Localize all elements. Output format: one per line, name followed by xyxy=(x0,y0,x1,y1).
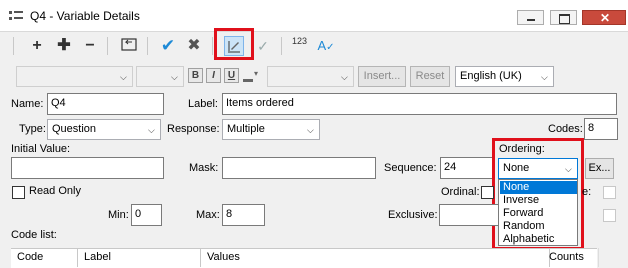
ordering-option[interactable]: None xyxy=(500,181,577,194)
codes-label: Codes: xyxy=(548,123,583,135)
toolbar-separator xyxy=(281,37,282,55)
name-label: Name: xyxy=(11,98,44,110)
chevron-down-icon: ⌵ xyxy=(307,125,314,135)
secondary-checkbox[interactable] xyxy=(603,209,616,222)
chevron-down-icon: ⌵ xyxy=(565,164,572,174)
underline-button[interactable]: U xyxy=(224,68,239,83)
type-value: Question xyxy=(52,123,97,135)
column-header-values[interactable]: Values xyxy=(201,248,550,267)
edit-ordering-icon[interactable] xyxy=(224,36,244,56)
min-label: Min: xyxy=(108,209,129,221)
check-icon[interactable]: ✓ xyxy=(253,36,273,56)
insert-button[interactable]: Insert... xyxy=(358,66,406,87)
read-only-label: Read Only xyxy=(29,185,81,197)
max-label: Max: xyxy=(196,209,220,221)
exclusive-label: Exclusive: xyxy=(388,209,438,221)
initial-value-label: Initial Value: xyxy=(11,143,71,155)
column-header-label[interactable]: Label xyxy=(78,248,201,267)
ordering-option[interactable]: Alphabetic xyxy=(500,233,554,246)
language-value: English (UK) xyxy=(460,70,522,82)
color-picker[interactable]: ▾ xyxy=(241,69,261,83)
vertical-scrollbar[interactable] xyxy=(598,248,615,267)
minimize-icon xyxy=(527,19,535,21)
ordinal-checkbox[interactable] xyxy=(481,186,494,199)
ordinal-label: Ordinal: xyxy=(441,186,480,198)
ordering-option[interactable]: Inverse xyxy=(500,194,539,207)
initial-value-field[interactable] xyxy=(11,157,164,179)
toolbar-separator xyxy=(147,37,148,55)
ordering-value: None xyxy=(503,162,530,174)
italic-button[interactable]: I xyxy=(206,68,221,83)
chevron-down-icon: ⌵ xyxy=(171,72,178,82)
maximize-button[interactable] xyxy=(550,10,577,25)
min-field[interactable]: 0 xyxy=(131,204,162,226)
toolbar-separator xyxy=(212,37,213,55)
remove-icon[interactable]: − xyxy=(80,36,100,56)
label-field[interactable]: Items ordered xyxy=(222,93,617,115)
language-combo[interactable]: English (UK) ⌵ xyxy=(455,66,554,87)
numbering-icon[interactable]: 123 xyxy=(292,36,307,46)
chevron-down-icon: ⌵ xyxy=(148,125,155,135)
ordering-combo[interactable]: None ⌵ xyxy=(498,158,578,179)
toolbar-separator xyxy=(107,37,108,55)
chevron-down-icon: ⌵ xyxy=(120,72,127,82)
maximize-icon xyxy=(559,14,570,24)
color-swatch xyxy=(243,79,253,82)
back-icon[interactable] xyxy=(119,36,139,56)
window-title: Q4 - Variable Details xyxy=(30,9,140,23)
ex-button[interactable]: Ex... xyxy=(585,158,614,179)
type-combo[interactable]: Question ⌵ xyxy=(47,119,161,140)
add-multiple-icon[interactable]: ✚ xyxy=(54,36,74,56)
response-value: Multiple xyxy=(227,123,265,135)
sequence-label: Sequence: xyxy=(384,162,437,174)
e-label: e: xyxy=(582,186,592,198)
codes-field[interactable]: 8 xyxy=(584,118,618,140)
column-header-counts[interactable]: Counts xyxy=(543,248,593,267)
mask-field[interactable] xyxy=(222,157,376,179)
cancel-icon[interactable]: ✖ xyxy=(184,36,204,56)
app-icon xyxy=(9,11,23,20)
name-field[interactable]: Q4 xyxy=(47,93,164,115)
column-header-code[interactable]: Code xyxy=(11,248,78,267)
label-label: Label: xyxy=(188,98,218,110)
toolbar-grip xyxy=(13,37,14,55)
max-field[interactable]: 8 xyxy=(222,204,265,226)
font-combo[interactable]: ⌵ xyxy=(16,66,133,87)
response-label: Response: xyxy=(167,123,220,135)
mask-label: Mask: xyxy=(189,162,219,174)
style-combo[interactable]: ⌵ xyxy=(267,66,354,87)
minimize-button[interactable] xyxy=(517,10,544,25)
ordering-dropdown-list: None Inverse Forward Random Alphabetic xyxy=(498,179,578,246)
read-only-checkbox[interactable] xyxy=(12,186,25,199)
exclusive-field[interactable] xyxy=(439,204,499,226)
response-combo[interactable]: Multiple ⌵ xyxy=(222,119,320,140)
chevron-down-icon: ▾ xyxy=(254,69,259,78)
close-button[interactable]: ✕ xyxy=(582,10,626,25)
chevron-down-icon: ⌵ xyxy=(541,72,548,82)
code-list-label: Code list: xyxy=(11,229,57,241)
add-icon[interactable]: + xyxy=(27,36,47,56)
reset-button[interactable]: Reset xyxy=(410,66,450,87)
sequence-field[interactable]: 24 xyxy=(440,157,494,179)
ordering-option[interactable]: Random xyxy=(500,220,545,233)
spellcheck-icon[interactable]: A✓ xyxy=(316,36,336,56)
ordering-option[interactable]: Forward xyxy=(500,207,543,220)
e-checkbox[interactable] xyxy=(603,186,616,199)
ordering-label: Ordering: xyxy=(499,143,545,155)
confirm-icon[interactable]: ✔ xyxy=(158,36,178,56)
chevron-down-icon: ⌵ xyxy=(341,72,348,82)
bold-button[interactable]: B xyxy=(188,68,203,83)
font-size-combo[interactable]: ⌵ xyxy=(136,66,184,87)
close-icon: ✕ xyxy=(600,11,611,25)
type-label: Type: xyxy=(19,123,46,135)
